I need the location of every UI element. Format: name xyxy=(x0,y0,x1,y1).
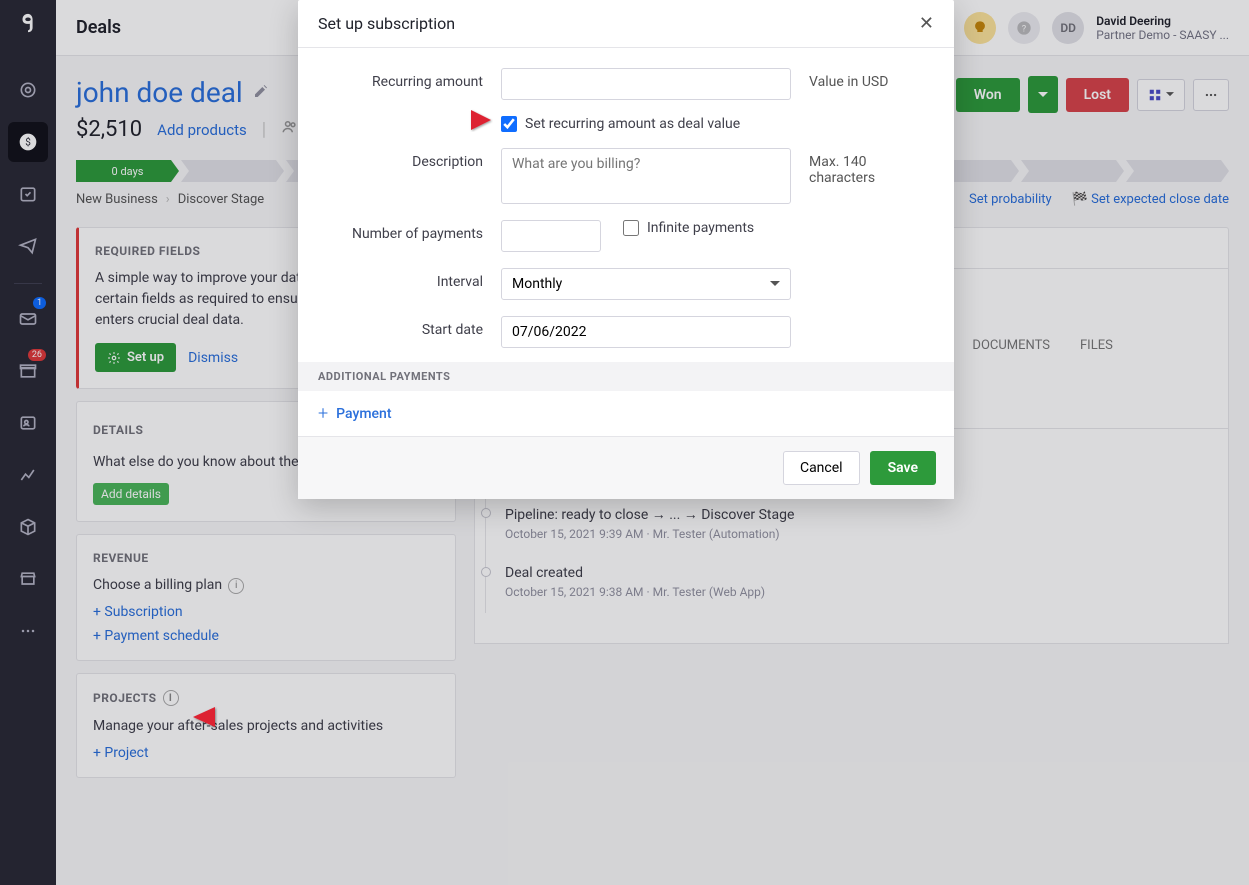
interval-select[interactable]: Monthly xyxy=(501,268,791,300)
add-payment-link[interactable]: +Payment xyxy=(298,391,954,436)
recurring-amount-input[interactable] xyxy=(501,68,791,100)
modal-title: Set up subscription xyxy=(318,14,455,33)
subscription-modal: Set up subscription ✕ Recurring amount V… xyxy=(298,0,954,499)
label-interval: Interval xyxy=(318,268,483,290)
checkbox-label: Infinite payments xyxy=(647,220,754,236)
cancel-button[interactable]: Cancel xyxy=(783,451,860,485)
save-button[interactable]: Save xyxy=(870,451,936,485)
label-start-date: Start date xyxy=(318,316,483,338)
label-recurring-amount: Recurring amount xyxy=(318,68,483,90)
num-payments-input[interactable] xyxy=(501,220,601,252)
infinite-payments-checkbox[interactable] xyxy=(623,220,639,236)
description-input[interactable] xyxy=(501,148,791,204)
hint-maxchars: Max. 140 characters xyxy=(809,148,934,186)
additional-payments-heading: ADDITIONAL PAYMENTS xyxy=(298,362,954,391)
label-num-payments: Number of payments xyxy=(318,220,483,242)
set-as-deal-value-checkbox[interactable] xyxy=(501,116,517,132)
start-date-input[interactable] xyxy=(501,316,791,348)
label-description: Description xyxy=(318,148,483,170)
hint-currency: Value in USD xyxy=(809,68,934,90)
checkbox-label: Set recurring amount as deal value xyxy=(525,116,740,132)
close-icon[interactable]: ✕ xyxy=(919,13,934,34)
